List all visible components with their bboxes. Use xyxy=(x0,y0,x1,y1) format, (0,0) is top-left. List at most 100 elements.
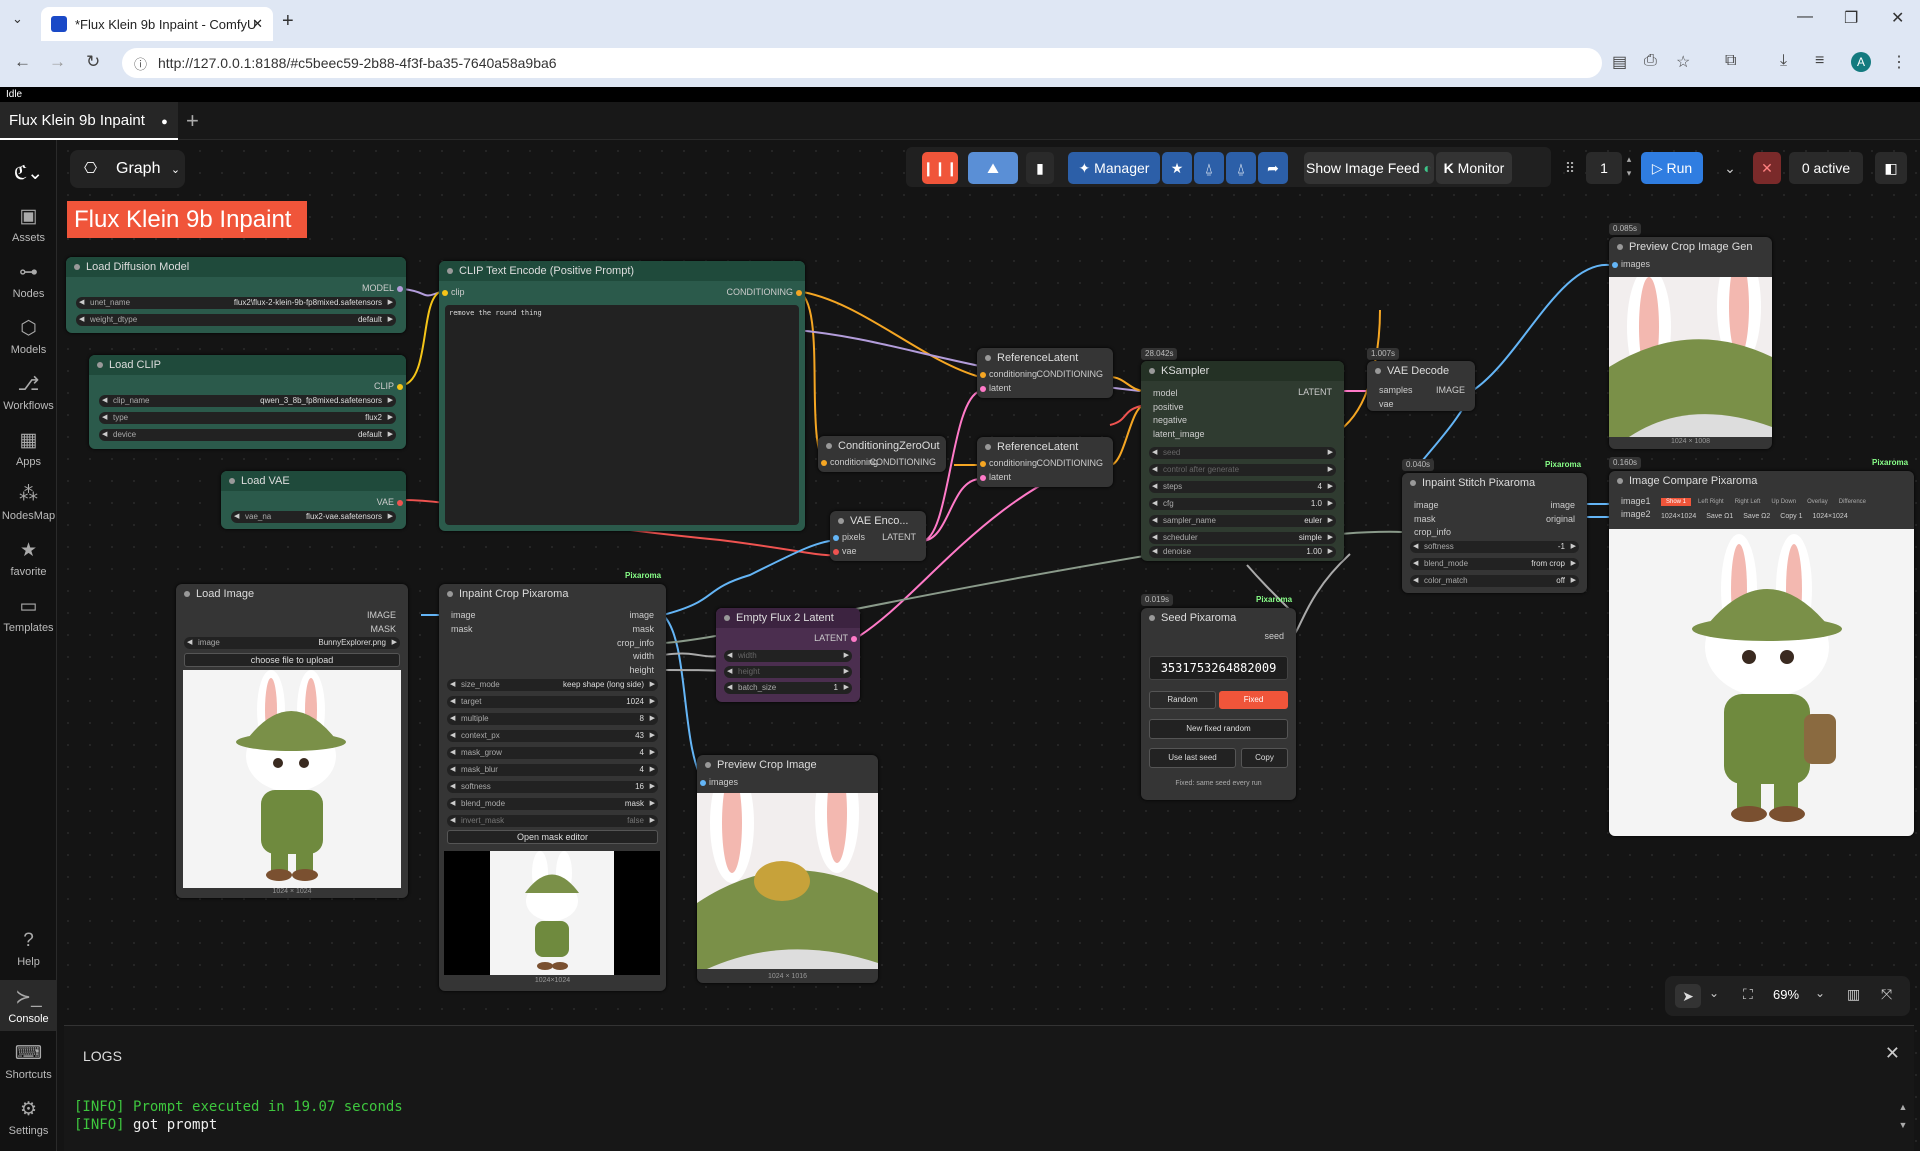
output-slot[interactable] xyxy=(796,290,802,296)
node-inpaint-stitch[interactable]: Inpaint Stitch Pixaroma image mask crop_… xyxy=(1402,473,1587,593)
cancel-icon[interactable]: ✕ xyxy=(1753,152,1781,184)
seed-value-field[interactable]: 3531753264882009 xyxy=(1149,656,1288,680)
node-load-diffusion-model[interactable]: Load Diffusion Model MODEL unet_name flux… xyxy=(66,257,406,333)
show-image-feed-button[interactable]: Show Image Feed ◐ xyxy=(1304,152,1434,184)
node-vae-encode[interactable]: VAE Enco... pixels vae LATENT xyxy=(830,511,926,561)
input-slot[interactable] xyxy=(980,461,986,467)
node-clip-text-encode[interactable]: CLIP Text Encode (Positive Prompt) clip … xyxy=(439,261,805,531)
input-slot[interactable] xyxy=(821,460,827,466)
widget-mask-blur[interactable]: mask_blur 4 xyxy=(447,764,658,776)
output-slot[interactable] xyxy=(397,286,403,292)
widget-multiple[interactable]: multiple 8 xyxy=(447,713,658,725)
panel-toggle-icon[interactable]: ◧ xyxy=(1875,152,1907,184)
input-slot[interactable] xyxy=(980,386,986,392)
widget-blend-mode[interactable]: blend_mode from crop xyxy=(1410,558,1579,570)
fit-view-icon[interactable]: ⛶ xyxy=(1743,986,1753,1003)
random-button[interactable]: Random xyxy=(1149,691,1216,709)
node-reference-latent-2[interactable]: ReferenceLatent conditioning latent COND… xyxy=(977,437,1113,487)
node-inpaint-crop[interactable]: Inpaint Crop Pixaroma image mask image m… xyxy=(439,584,666,991)
compare-tab[interactable]: Show 1 xyxy=(1661,498,1692,506)
prompt-textarea[interactable]: remove the round thing xyxy=(445,305,799,525)
manager-logo-icon[interactable]: ⛰ xyxy=(968,152,1018,184)
upload-button[interactable]: choose file to upload xyxy=(184,653,400,667)
monitor-button[interactable]: K Monitor xyxy=(1436,152,1512,184)
widget-vae-name[interactable]: vae_na flux2-vae.safetensors xyxy=(231,511,396,523)
manager-button[interactable]: ✦ Manager xyxy=(1068,152,1160,184)
model-alt-icon[interactable]: ⍙ xyxy=(1226,152,1256,184)
widget-target[interactable]: target 1024 xyxy=(447,696,658,708)
use-last-seed-button[interactable]: Use last seed xyxy=(1149,748,1236,768)
widget-context-px[interactable]: context_px 43 xyxy=(447,730,658,742)
logs-scrollbar[interactable]: ▲ ▼ xyxy=(1896,1098,1910,1134)
widget-invert-mask[interactable]: invert_mask false xyxy=(447,815,658,827)
chevron-down-icon[interactable]: ⌄ xyxy=(1709,986,1719,1000)
star-icon[interactable]: ★ xyxy=(1162,152,1192,184)
input-slot[interactable] xyxy=(1612,262,1618,268)
drag-handle-icon[interactable]: ⠿ xyxy=(1560,152,1580,184)
zoom-dropdown-icon[interactable]: ⌄ xyxy=(1815,986,1825,1000)
copy-button[interactable]: Copy 1 xyxy=(1780,513,1802,520)
fixed-button[interactable]: Fixed xyxy=(1219,691,1288,709)
widget-width[interactable]: width xyxy=(724,650,852,662)
node-ksampler[interactable]: KSampler model positive negative latent_… xyxy=(1141,361,1344,561)
widget-seed[interactable]: seed xyxy=(1149,447,1336,459)
node-reference-latent-1[interactable]: ReferenceLatent conditioning latent COND… xyxy=(977,348,1113,398)
save-image2-button[interactable]: Save Ω2 xyxy=(1743,513,1770,520)
node-load-vae[interactable]: Load VAE VAE vae_na flux2-vae.safetensors xyxy=(221,471,406,529)
widget-height[interactable]: height xyxy=(724,666,852,678)
widget-sampler-name[interactable]: sampler_name euler xyxy=(1149,515,1336,527)
node-preview-crop-image-gen[interactable]: Preview Crop Image Gen images 1024 × 100… xyxy=(1609,237,1772,449)
node-conditioning-zero-out[interactable]: ConditioningZeroOut conditioning CONDITI… xyxy=(818,436,946,472)
node-preview-crop-image[interactable]: Preview Crop Image images 1024 × 1016 xyxy=(697,755,878,983)
widget-steps[interactable]: steps 4 xyxy=(1149,481,1336,493)
select-tool-icon[interactable]: ➤ xyxy=(1675,984,1701,1008)
widget-softness[interactable]: softness 16 xyxy=(447,781,658,793)
widget-blend-mode[interactable]: blend_mode mask xyxy=(447,798,658,810)
widget-color-match[interactable]: color_match off xyxy=(1410,575,1579,587)
widget-weight-dtype[interactable]: weight_dtype default xyxy=(76,314,396,326)
widget-cfg[interactable]: cfg 1.0 xyxy=(1149,498,1336,510)
model-icon[interactable]: ⍙ xyxy=(1194,152,1224,184)
run-button[interactable]: ▷ Run xyxy=(1641,152,1703,184)
input-slot[interactable] xyxy=(442,290,448,296)
compare-tab[interactable]: Up Down xyxy=(1767,498,1800,506)
batch-count-input[interactable]: 1 xyxy=(1586,152,1622,184)
widget-image[interactable]: image BunnyExplorer.png xyxy=(184,637,400,649)
input-slot[interactable] xyxy=(980,475,986,481)
minimap-icon[interactable]: ▥ xyxy=(1847,986,1860,1003)
compare-tab[interactable]: Difference xyxy=(1835,498,1870,506)
node-load-clip[interactable]: Load CLIP CLIP clip_name qwen_3_8b_fp8mix… xyxy=(89,355,406,449)
share-icon[interactable]: ➦ xyxy=(1258,152,1288,184)
node-seed-pixaroma[interactable]: Seed Pixaroma seed 3531753264882009 Rand… xyxy=(1141,608,1296,800)
input-slot[interactable] xyxy=(833,535,839,541)
input-slot[interactable] xyxy=(980,372,986,378)
output-slot[interactable] xyxy=(397,384,403,390)
copy-seed-button[interactable]: Copy xyxy=(1241,748,1288,768)
compare-tab[interactable]: Left Right xyxy=(1694,498,1728,506)
input-slot[interactable] xyxy=(700,780,706,786)
compare-tab[interactable]: Right Left xyxy=(1731,498,1765,506)
node-image-compare[interactable]: Image Compare Pixaroma image1 image2 Sho… xyxy=(1609,471,1914,836)
new-fixed-random-button[interactable]: New fixed random xyxy=(1149,719,1288,739)
compare-tab[interactable]: Overlay xyxy=(1803,498,1832,506)
widget-clip-name[interactable]: clip_name qwen_3_8b_fp8mixed.safetensors xyxy=(99,395,396,407)
node-empty-flux2-latent[interactable]: Empty Flux 2 Latent LATENT width height … xyxy=(716,608,860,702)
widget-softness[interactable]: softness -1 xyxy=(1410,541,1579,553)
output-slot[interactable] xyxy=(851,636,857,642)
active-queue[interactable]: 0 active xyxy=(1789,152,1863,184)
node-load-image[interactable]: Load Image IMAGE MASK image BunnyExplorer… xyxy=(176,584,408,898)
zoom-level[interactable]: 69% xyxy=(1773,987,1799,1002)
widget-denoise[interactable]: denoise 1.00 xyxy=(1149,546,1336,558)
hide-links-icon[interactable]: ⤧ xyxy=(1881,986,1892,1003)
metrics-icon[interactable]: ❙❙❙ xyxy=(922,152,958,184)
widget-mask-grow[interactable]: mask_grow 4 xyxy=(447,747,658,759)
close-icon[interactable]: ✕ xyxy=(1885,1043,1900,1064)
widget-batch-size[interactable]: batch_size 1 xyxy=(724,682,852,694)
widget-type[interactable]: type flux2 xyxy=(99,412,396,424)
widget-scheduler[interactable]: scheduler simple xyxy=(1149,532,1336,544)
widget-control-after-generate[interactable]: control after generate xyxy=(1149,464,1336,476)
open-mask-editor-button[interactable]: Open mask editor xyxy=(447,830,658,844)
widget-size-mode[interactable]: size_mode keep shape (long side) xyxy=(447,679,658,691)
bookmark-icon[interactable]: ▮ xyxy=(1026,152,1054,184)
save-image1-button[interactable]: Save Ω1 xyxy=(1706,513,1733,520)
